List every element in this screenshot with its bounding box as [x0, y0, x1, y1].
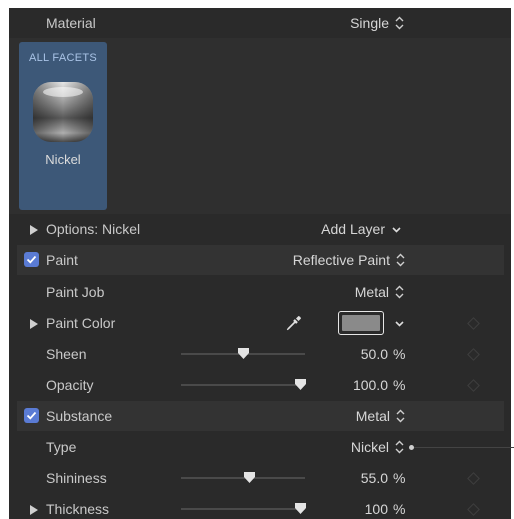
substance-popup[interactable]: Metal	[356, 401, 405, 431]
keyframe-diamond-icon[interactable]	[467, 317, 480, 330]
substance-value: Metal	[355, 408, 390, 424]
color-swatch	[342, 315, 380, 331]
material-mode-value: Single	[350, 15, 389, 31]
shininess-value[interactable]: 55.0	[361, 463, 388, 493]
opacity-row: Opacity 100.0 %	[9, 370, 511, 400]
add-layer-label: Add Layer	[321, 221, 385, 237]
paint-section-row: Paint Reflective Paint	[17, 245, 504, 275]
substance-label: Substance	[46, 408, 113, 424]
opacity-slider[interactable]	[181, 384, 305, 386]
opacity-value[interactable]: 100.0	[353, 370, 388, 400]
stepper-icon	[395, 16, 404, 30]
paint-job-value: Metal	[354, 284, 389, 300]
stepper-icon	[395, 285, 404, 299]
all-facets-label: ALL FACETS	[28, 52, 97, 64]
chevron-down-icon	[392, 227, 401, 233]
chevron-down-icon[interactable]	[395, 321, 404, 327]
paint-job-popup[interactable]: Metal	[355, 277, 404, 307]
stepper-icon	[396, 253, 405, 267]
opacity-unit: %	[393, 377, 406, 393]
thickness-label: Thickness	[46, 501, 110, 517]
opacity-label: Opacity	[46, 377, 94, 393]
add-layer-button[interactable]: Add Layer	[321, 214, 401, 244]
paint-job-label: Paint Job	[46, 284, 105, 300]
options-label: Options: Nickel	[46, 221, 141, 237]
material-mode-popup[interactable]: Single	[350, 8, 404, 38]
shininess-slider[interactable]	[181, 477, 305, 479]
sheen-unit: %	[393, 346, 406, 362]
slider-thumb-icon[interactable]	[295, 503, 306, 514]
substance-section-row: Substance Metal	[17, 401, 504, 431]
sheen-value[interactable]: 50.0	[361, 339, 388, 369]
disclosure-triangle-icon[interactable]	[30, 505, 38, 515]
nickel-material-preview-icon	[33, 82, 93, 142]
material-label: Material	[46, 15, 96, 31]
stepper-icon	[396, 409, 405, 423]
eyedropper-icon[interactable]	[285, 314, 303, 332]
type-value: Nickel	[350, 439, 389, 455]
keyframe-diamond-icon[interactable]	[467, 379, 480, 392]
thickness-row: Thickness 100 %	[9, 494, 511, 519]
material-name: Nickel	[45, 152, 81, 167]
disclosure-triangle-icon[interactable]	[30, 319, 38, 329]
sheen-label: Sheen	[46, 346, 87, 362]
thickness-slider[interactable]	[181, 508, 305, 510]
type-label: Type	[46, 439, 77, 455]
paint-color-label: Paint Color	[46, 315, 116, 331]
facets-area: ALL FACETS Nickel	[9, 38, 511, 214]
paint-type-value: Reflective Paint	[292, 252, 390, 268]
material-header-row: Material Single	[9, 8, 511, 38]
shininess-unit: %	[393, 470, 406, 486]
paint-color-well[interactable]	[338, 311, 384, 335]
material-inspector: Material Single ALL FACETS Nickel Option…	[9, 8, 511, 519]
stepper-icon	[395, 440, 404, 454]
slider-thumb-icon[interactable]	[238, 348, 249, 359]
paint-job-row: Paint Job Metal	[9, 277, 511, 307]
paint-checkbox[interactable]	[24, 252, 39, 267]
keyframe-diamond-icon[interactable]	[467, 503, 480, 516]
paint-label: Paint	[46, 252, 78, 268]
substance-checkbox[interactable]	[24, 408, 39, 423]
checkmark-icon	[26, 411, 37, 420]
options-row: Options: Nickel Add Layer	[9, 214, 511, 244]
slider-thumb-icon[interactable]	[295, 379, 306, 390]
checkmark-icon	[26, 255, 37, 264]
type-popup[interactable]: Nickel	[351, 432, 404, 462]
sheen-row: Sheen 50.0 %	[9, 339, 511, 369]
keyframe-diamond-icon[interactable]	[467, 348, 480, 361]
shininess-label: Shininess	[46, 470, 107, 486]
shininess-row: Shininess 55.0 %	[9, 463, 511, 493]
keyframe-diamond-icon[interactable]	[467, 472, 480, 485]
callout-line	[413, 447, 514, 448]
paint-color-row: Paint Color	[9, 308, 511, 338]
callout-dot	[409, 445, 414, 450]
all-facets-tile[interactable]: ALL FACETS Nickel	[19, 42, 107, 210]
disclosure-triangle-icon[interactable]	[30, 225, 38, 235]
thickness-unit: %	[393, 501, 406, 517]
thickness-value[interactable]: 100	[365, 494, 388, 519]
paint-type-popup[interactable]: Reflective Paint	[293, 245, 405, 275]
slider-thumb-icon[interactable]	[244, 472, 255, 483]
